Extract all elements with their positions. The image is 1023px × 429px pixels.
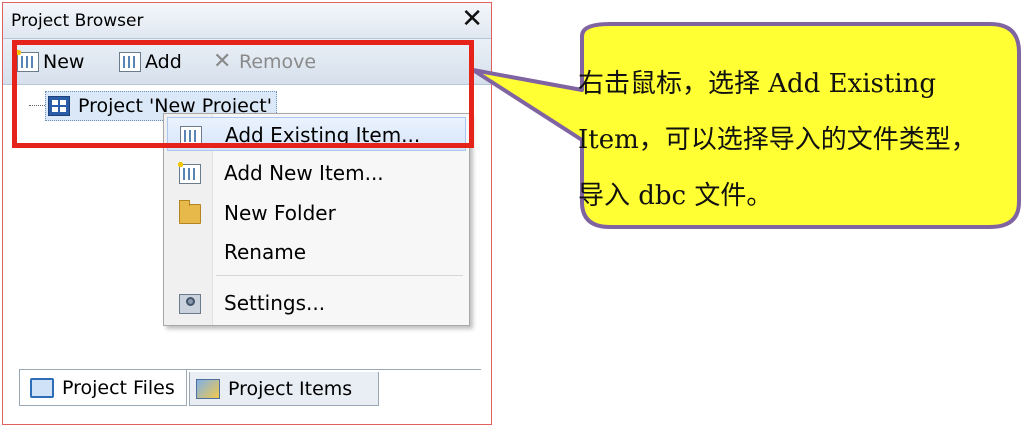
tab-project-files[interactable]: Project Files — [19, 370, 187, 406]
menu-item-label: Add Existing Item... — [225, 123, 421, 147]
panel-title-bar: Project Browser ✕ — [3, 3, 491, 39]
remove-button[interactable]: ✕ Remove — [213, 49, 316, 75]
new-item-icon — [14, 48, 39, 72]
menu-item-label: Add New Item... — [224, 161, 384, 185]
menu-item-rename[interactable]: Rename — [167, 235, 466, 269]
context-menu: Add Existing Item... Add New Item... New… — [163, 113, 470, 326]
remove-x-icon: ✕ — [213, 49, 232, 74]
new-button-label: New — [43, 51, 85, 73]
callout-text: 右击鼠标，选择 Add Existing Item，可以选择导入的文件类型，导入… — [578, 69, 977, 211]
add-button[interactable]: Add — [119, 49, 182, 75]
new-item-icon — [176, 160, 201, 184]
tab-project-items[interactable]: Project Items — [189, 372, 379, 406]
menu-item-settings[interactable]: Settings... — [167, 286, 466, 320]
folder-icon — [179, 200, 201, 224]
menu-item-add-existing-item[interactable]: Add Existing Item... — [167, 117, 466, 151]
panel-tabs: Project Files Project Items — [19, 369, 481, 410]
add-button-label: Add — [145, 51, 182, 73]
tab-label: Project Files — [62, 376, 175, 399]
remove-button-label: Remove — [239, 51, 317, 73]
tab-label: Project Items — [228, 377, 353, 400]
project-files-icon — [30, 377, 54, 398]
new-button[interactable]: New — [14, 48, 85, 75]
grid-icon — [119, 52, 141, 72]
project-items-icon — [196, 378, 220, 399]
menu-separator — [216, 275, 463, 276]
menu-item-label: New Folder — [224, 201, 336, 225]
grid-icon — [180, 126, 202, 146]
project-icon — [48, 96, 70, 116]
menu-item-new-folder[interactable]: New Folder — [167, 196, 466, 230]
menu-item-add-new-item[interactable]: Add New Item... — [167, 156, 466, 190]
menu-item-label: Rename — [224, 240, 307, 264]
settings-icon — [179, 294, 201, 314]
panel-title: Project Browser — [11, 11, 144, 31]
toolbar: New Add ✕ Remove — [3, 39, 491, 85]
menu-item-label: Settings... — [224, 291, 326, 315]
project-browser-panel: Project Browser ✕ New Add ✕ Remove Proje… — [2, 2, 492, 425]
tree-connector — [29, 105, 45, 106]
